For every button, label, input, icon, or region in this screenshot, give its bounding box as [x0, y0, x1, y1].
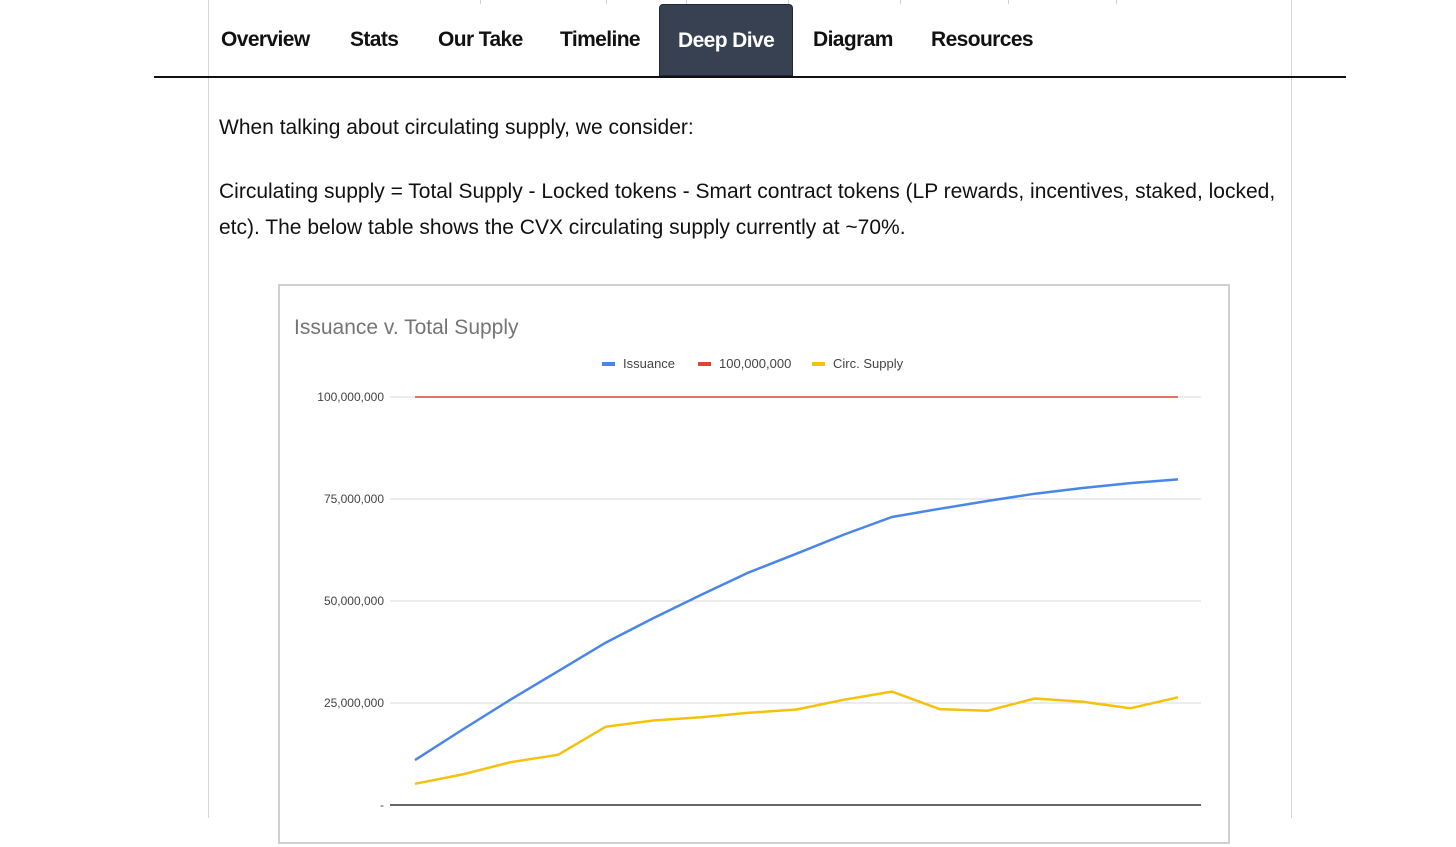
issuance-chart: Issuance v. Total Supply Issuance 100,000…: [294, 316, 1201, 812]
section-tabs: Overview Stats Our Take Timeline Deep Di…: [154, 0, 1346, 78]
tab-diagram[interactable]: Diagram: [813, 4, 893, 76]
definition-paragraph: Circulating supply = Total Supply - Lock…: [219, 180, 1276, 239]
tab-stats[interactable]: Stats: [350, 4, 399, 76]
chart-series: [414, 396, 1179, 786]
tab-timeline[interactable]: Timeline: [560, 4, 641, 76]
series-line-circ-supply: [414, 690, 1179, 786]
tab-deep-dive[interactable]: Deep Dive: [659, 4, 793, 76]
chart-legend: Issuance 100,000,000 Circ. Supply: [602, 356, 904, 371]
chart-container: Issuance v. Total Supply Issuance 100,000…: [278, 284, 1230, 844]
chart-title: Issuance v. Total Supply: [294, 316, 519, 339]
legend-label: 100,000,000: [719, 356, 791, 371]
legend-swatch: [812, 362, 825, 366]
content-border-right: [1291, 0, 1292, 818]
tab-our-take[interactable]: Our Take: [438, 4, 523, 76]
tab-overview[interactable]: Overview: [221, 4, 310, 76]
legend-label: Circ. Supply: [833, 356, 904, 371]
tab-resources[interactable]: Resources: [931, 4, 1034, 76]
chart-gridlines: [390, 396, 1201, 806]
y-tick-label: 25,000,000: [324, 696, 384, 710]
legend-swatch: [698, 362, 711, 366]
y-axis-ticks: - 25,000,000 50,000,000 75,000,000 100,000,0…: [317, 390, 384, 812]
content-border-left: [208, 0, 209, 818]
legend-label: Issuance: [623, 356, 675, 371]
legend-swatch: [602, 362, 615, 366]
y-tick-label: 50,000,000: [324, 594, 384, 608]
y-tick-label: 75,000,000: [324, 492, 384, 506]
y-tick-label: 100,000,000: [317, 390, 384, 404]
intro-paragraph: When talking about circulating supply, w…: [219, 116, 694, 139]
series-line-issuance: [414, 478, 1179, 762]
y-tick-label: -: [380, 798, 384, 812]
